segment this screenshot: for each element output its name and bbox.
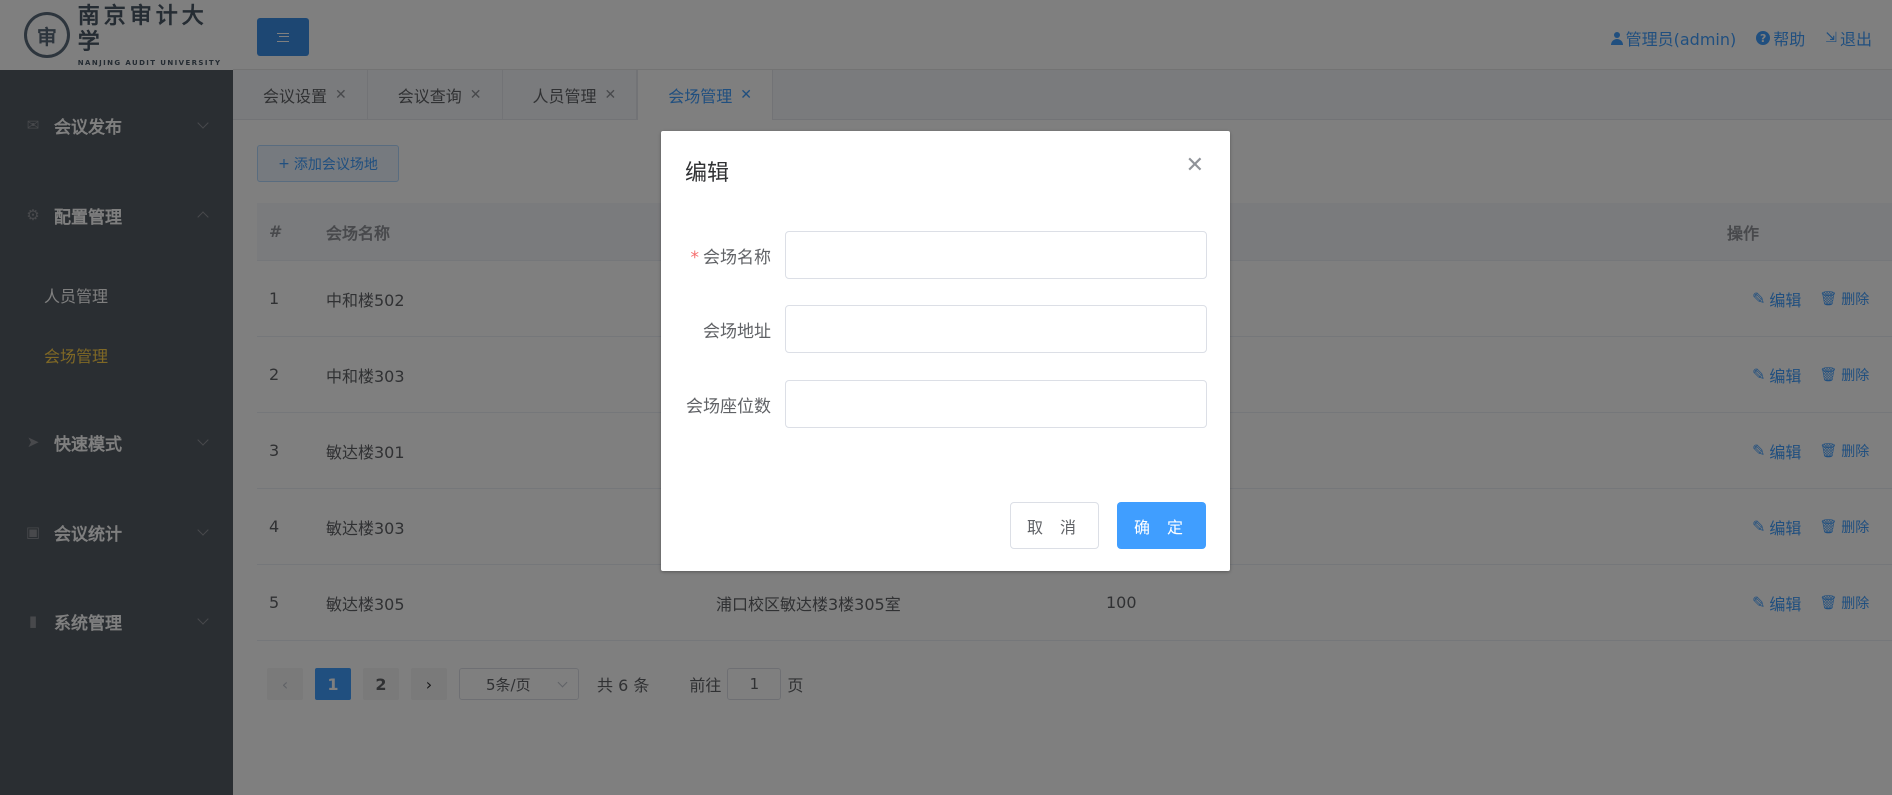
venue-name-label: * 会场名称	[690, 247, 772, 268]
form-row-venue-name: * 会场名称	[661, 231, 1230, 279]
dialog-title: 编辑	[685, 161, 730, 186]
cancel-button[interactable]: 取 消	[1010, 502, 1099, 549]
form-row-venue-seats: 会场座位数	[661, 380, 1230, 428]
form-row-venue-address: 会场地址	[661, 305, 1230, 353]
required-mark: *	[690, 247, 700, 268]
edit-dialog: 编辑 ✕ * 会场名称 会场地址 会场座位数 取 消 确 定	[661, 131, 1230, 571]
venue-name-input[interactable]	[785, 231, 1207, 279]
venue-address-label: 会场地址	[703, 321, 771, 342]
venue-seats-input[interactable]	[785, 380, 1207, 428]
close-icon[interactable]: ✕	[1186, 153, 1204, 178]
confirm-button[interactable]: 确 定	[1117, 502, 1206, 549]
venue-address-input[interactable]	[785, 305, 1207, 353]
venue-seats-label: 会场座位数	[686, 396, 771, 417]
